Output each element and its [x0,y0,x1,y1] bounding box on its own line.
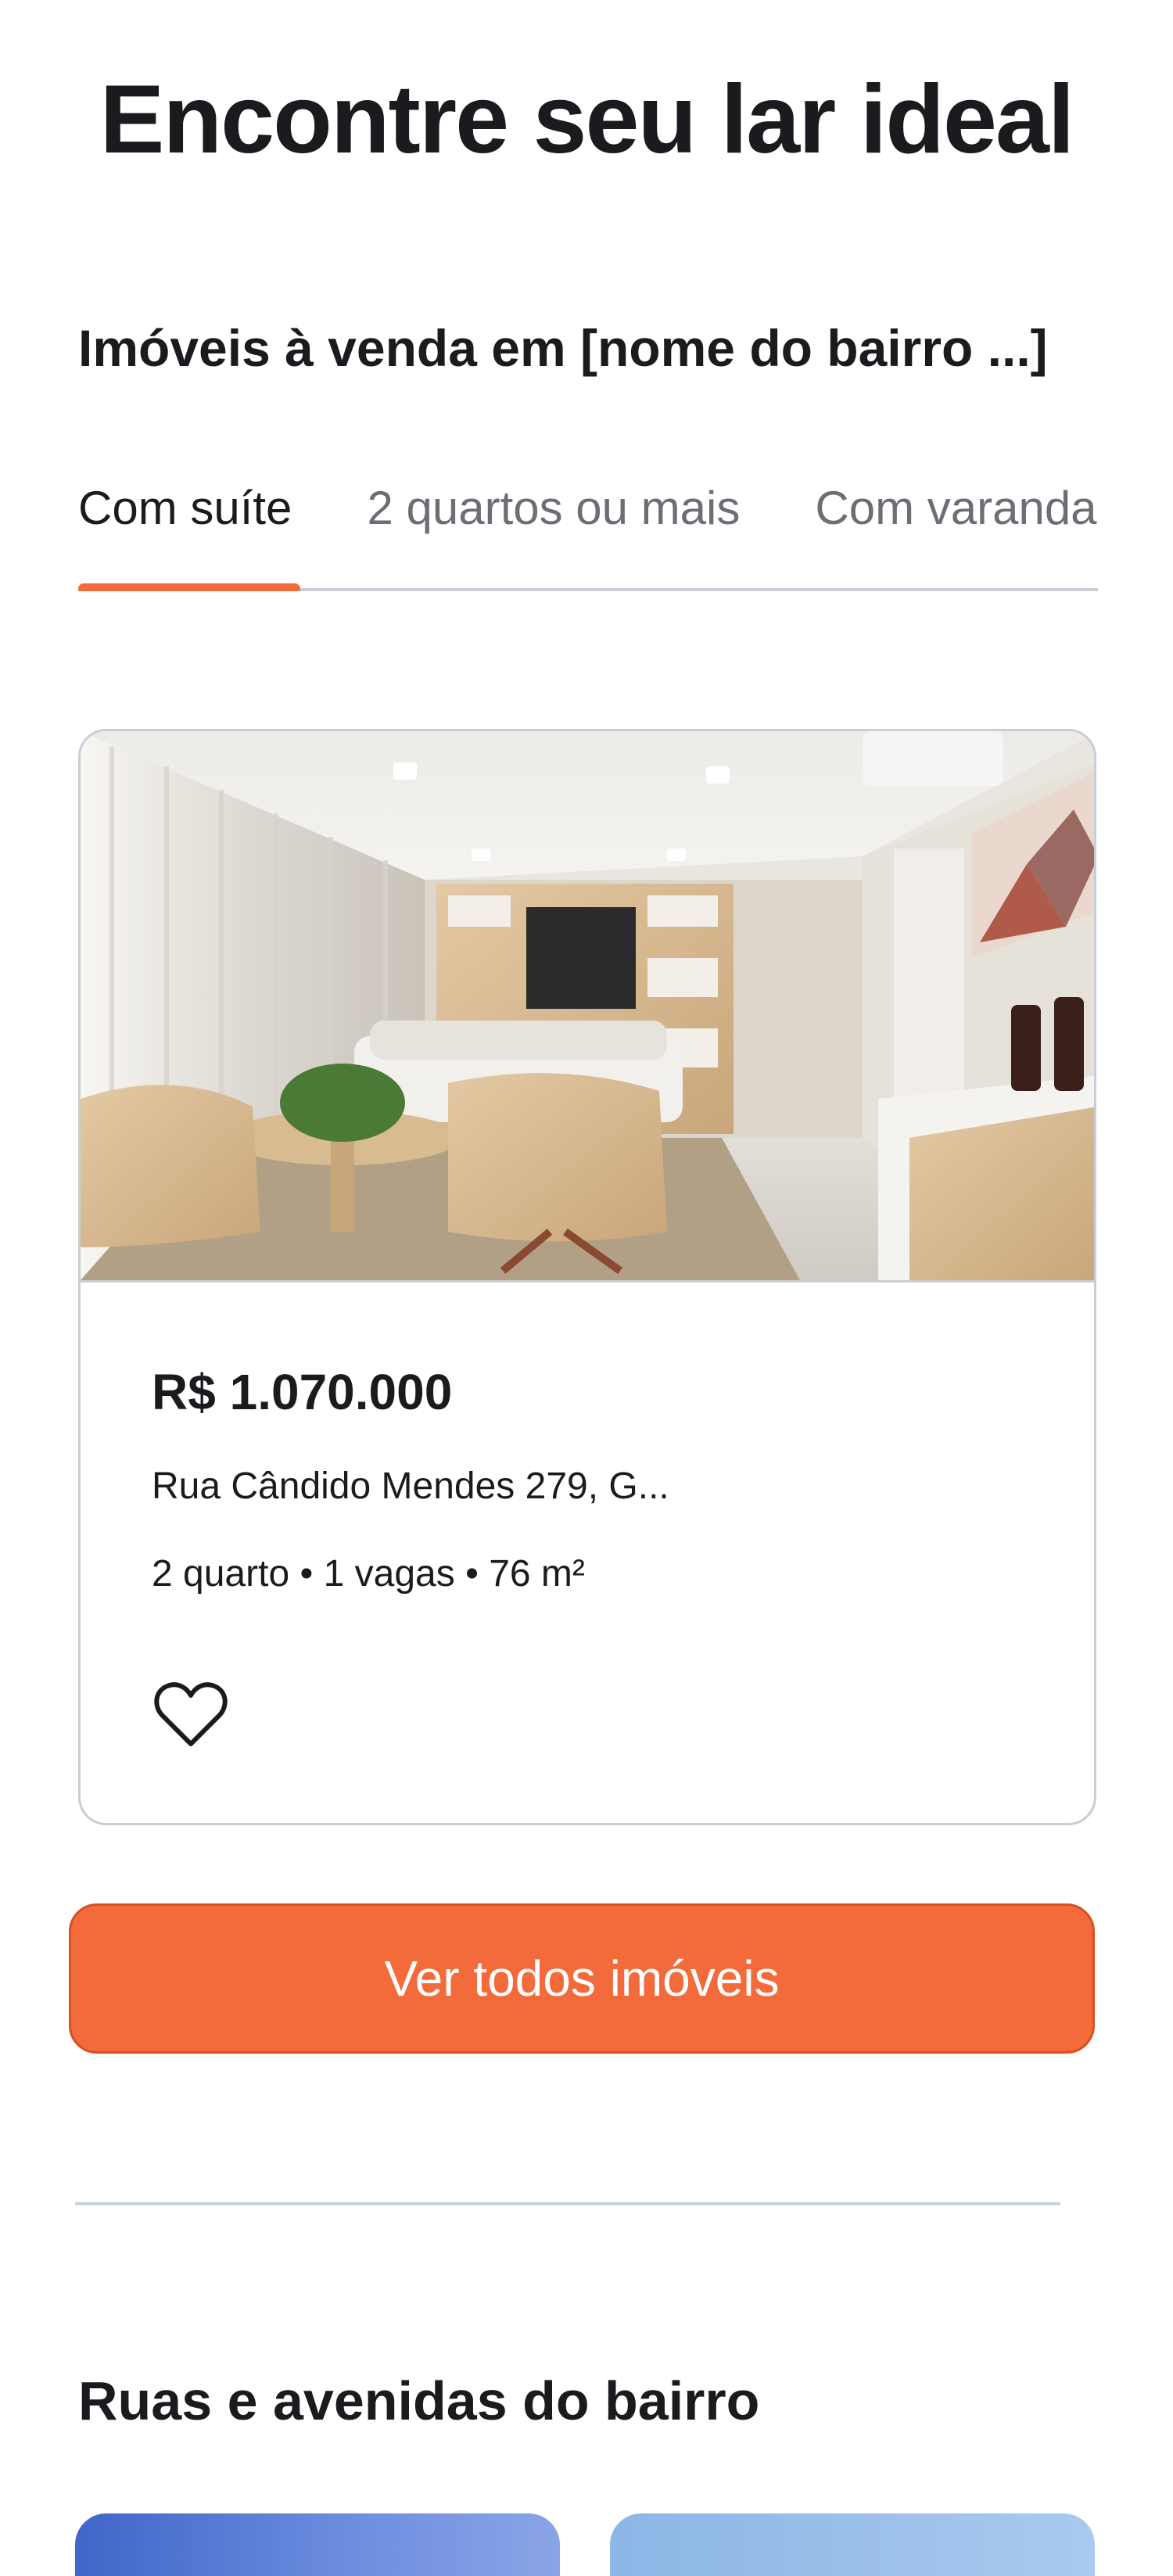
page-title: Encontre seu lar ideal [99,66,1075,174]
property-price: R$ 1.070.000 [152,1364,453,1420]
view-all-properties-button[interactable]: Ver todos imóveis [69,1903,1095,2054]
property-card[interactable] [78,729,1096,1825]
listings-section-title: Imóveis à venda em [nome do bairro ...] [78,319,1048,377]
tab-2-quartos[interactable]: 2 quartos ou mais [367,469,740,547]
filter-tabs: Com suíte 2 quartos ou mais Com varanda [78,469,1098,591]
property-address: Rua Cândido Mendes 279, G... [152,1466,669,1507]
tab-com-suite[interactable]: Com suíte [78,469,292,547]
heart-outline-icon[interactable] [153,1680,228,1750]
property-photo [81,731,1094,1283]
streets-section-title: Ruas e avenidas do bairro [78,2370,760,2431]
property-features: 2 quarto • 1 vagas • 76 m² [152,1553,585,1595]
tab-com-varanda[interactable]: Com varanda [815,469,1096,547]
street-card-image[interactable] [610,2513,1095,2576]
active-tab-indicator [78,583,300,591]
street-card-image[interactable] [75,2513,560,2576]
section-divider [75,2202,1060,2205]
